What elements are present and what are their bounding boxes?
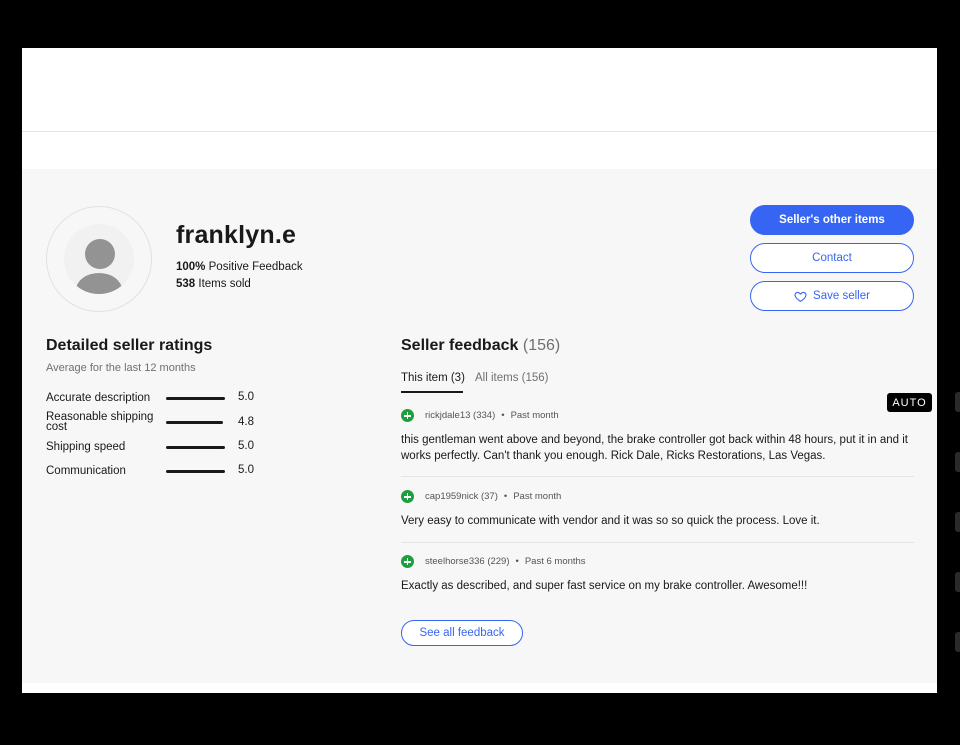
- sellers-other-items-label: Seller's other items: [779, 214, 885, 226]
- feedback-meta: steelhorse336 (229) • Past 6 months: [425, 556, 586, 567]
- positive-feedback-percent: 100%: [176, 261, 206, 273]
- see-all-feedback-label: See all feedback: [419, 627, 505, 639]
- items-sold-stat: 538 Items sold: [176, 278, 251, 290]
- feedback-divider: [401, 476, 914, 477]
- plus-circle-icon: [401, 490, 414, 503]
- header-bar: [22, 48, 937, 132]
- ratings-title: Detailed seller ratings: [46, 337, 213, 354]
- contact-label: Contact: [812, 252, 852, 264]
- feedback-meta: rickjdale13 (334) • Past month: [425, 410, 559, 421]
- see-all-feedback-button[interactable]: See all feedback: [401, 620, 523, 646]
- rating-value-shipping-cost: 4.8: [238, 416, 254, 428]
- browser-viewport: franklyn.e 100% Positive Feedback 538 It…: [22, 48, 937, 693]
- page-bottom: [22, 683, 937, 693]
- feedback-divider: [401, 542, 914, 543]
- tab-all-items[interactable]: All items (156): [475, 372, 549, 384]
- feedback-user[interactable]: steelhorse336 (229): [425, 556, 510, 567]
- feedback-title: Seller feedback (156): [401, 337, 560, 355]
- plus-circle-icon: [401, 555, 414, 568]
- feedback-text: Very easy to communicate with vendor and…: [401, 515, 820, 527]
- feedback-time: Past month: [513, 491, 562, 502]
- feedback-text: this gentleman went above and beyond, th…: [401, 434, 908, 462]
- positive-feedback-stat: 100% Positive Feedback: [176, 261, 303, 273]
- rating-bar-communication: [166, 470, 225, 473]
- rating-label-shipping-speed: Shipping speed: [46, 441, 126, 453]
- plus-circle-icon: [401, 409, 414, 422]
- positive-feedback-label: Positive Feedback: [208, 261, 303, 273]
- rating-bar-shipping-speed: [166, 446, 225, 449]
- feedback-user[interactable]: cap1959nick (37): [425, 491, 498, 502]
- feedback-count: (156): [522, 337, 561, 354]
- edge-handle: [955, 452, 960, 472]
- rating-label-communication: Communication: [46, 465, 126, 477]
- person-silhouette-icon: [64, 224, 134, 294]
- save-seller-button[interactable]: Save seller: [750, 281, 914, 311]
- items-sold-label: Items sold: [198, 278, 251, 290]
- rating-bar-shipping-cost: [166, 421, 223, 424]
- edge-handle: [955, 572, 960, 592]
- seller-card: franklyn.e 100% Positive Feedback 538 It…: [22, 169, 937, 683]
- edge-handle: [955, 632, 960, 652]
- tab-this-item[interactable]: This item (3): [401, 372, 465, 384]
- avatar[interactable]: [46, 206, 152, 312]
- feedback-time: Past 6 months: [524, 556, 586, 567]
- feedback-user[interactable]: rickjdale13 (334): [425, 410, 495, 421]
- edge-handle: [955, 392, 960, 412]
- auto-badge[interactable]: AUTO: [887, 393, 932, 412]
- ratings-subtitle: Average for the last 12 months: [46, 362, 196, 374]
- sellers-other-items-button[interactable]: Seller's other items: [750, 205, 914, 235]
- save-seller-label: Save seller: [813, 290, 870, 302]
- rating-bar-accurate-description: [166, 397, 225, 400]
- rating-value-shipping-speed: 5.0: [238, 440, 254, 452]
- edge-handle: [955, 512, 960, 532]
- feedback-time: Past month: [510, 410, 559, 421]
- feedback-text: Exactly as described, and super fast ser…: [401, 580, 808, 592]
- active-tab-indicator: [401, 391, 463, 393]
- rating-label-shipping-cost: Reasonable shipping cost: [46, 411, 154, 433]
- feedback-meta: cap1959nick (37) • Past month: [425, 491, 562, 502]
- rating-value-communication: 5.0: [238, 464, 254, 476]
- seller-name[interactable]: franklyn.e: [176, 221, 296, 250]
- contact-button[interactable]: Contact: [750, 243, 914, 273]
- feedback-title-text: Seller feedback: [401, 337, 519, 354]
- items-sold-count: 538: [176, 278, 196, 290]
- heart-outline-icon: [794, 291, 807, 302]
- rating-value-accurate-description: 5.0: [238, 391, 254, 403]
- rating-label-accurate-description: Accurate description: [46, 392, 151, 404]
